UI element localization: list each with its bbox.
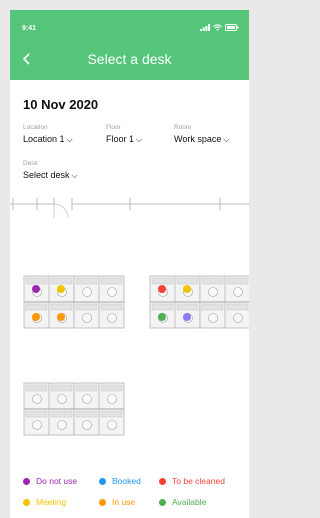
floor-selector[interactable]: Floor Floor 1 ⌵ <box>106 124 142 145</box>
legend-dot-icon <box>23 477 30 485</box>
location-label: Location <box>23 124 48 131</box>
desk-status-violet[interactable] <box>183 313 191 321</box>
room-value: Work space <box>174 134 222 144</box>
desk-status-orange[interactable] <box>57 313 65 321</box>
desk-dropdown[interactable]: Select desk ⌵ <box>23 170 78 181</box>
status-time: 9:41 <box>22 25 37 32</box>
legend-item-booked: Booked <box>99 476 141 486</box>
location-selector[interactable]: Location Location 1 ⌵ <box>23 124 73 145</box>
floor-value: Floor 1 <box>106 134 135 144</box>
desk-label: Desk <box>23 160 38 167</box>
legend-dot-icon <box>23 498 30 506</box>
room-label: Room <box>174 124 192 131</box>
desk-pod <box>199 275 249 329</box>
legend-item-to-be-cleaned: To be cleaned <box>159 476 225 486</box>
legend-dot-icon <box>159 498 166 506</box>
legend-dot-icon <box>159 477 166 485</box>
desk-pod <box>149 275 201 329</box>
app-header: 9:41 Select a desk <box>10 10 249 80</box>
desk-status-green[interactable] <box>158 313 166 321</box>
signal-icon <box>200 24 210 31</box>
floor-plan-walls <box>10 198 249 219</box>
legend-label: Do not use <box>36 476 78 486</box>
legend-dot-icon <box>99 477 106 485</box>
phone-screen: 9:41 Select a desk 10 Nov 2020 Location <box>10 10 249 518</box>
desk-status-yellow[interactable] <box>57 285 65 293</box>
desk-pod <box>23 275 75 329</box>
desk-layer <box>23 275 249 436</box>
chevron-down-icon: ⌵ <box>66 135 73 144</box>
desk-pod <box>73 382 125 436</box>
desk-status-purple[interactable] <box>32 285 40 293</box>
legend-label: Booked <box>112 476 141 486</box>
desk-status-red[interactable] <box>158 285 166 293</box>
legend-label: In use <box>112 497 136 507</box>
legend-label: Meeting <box>36 497 67 507</box>
legend-item-do-not-use: Do not use <box>23 476 77 486</box>
floor-label: Floor <box>106 124 121 131</box>
location-value: Location 1 <box>23 134 65 144</box>
status-icons <box>200 24 239 31</box>
legend-item-available: Available <box>159 497 206 507</box>
location-dropdown[interactable]: Location 1 ⌵ <box>23 134 73 145</box>
legend-label: To be cleaned <box>172 476 225 486</box>
room-selector[interactable]: Room Work space ⌵ <box>174 124 229 145</box>
selected-date[interactable]: 10 Nov 2020 <box>23 97 98 112</box>
legend-label: Available <box>172 497 207 507</box>
legend-item-in-use: In use <box>99 497 135 507</box>
page-title: Select a desk <box>87 51 172 67</box>
chevron-down-icon: ⌵ <box>223 135 230 144</box>
desk-pod <box>23 382 75 436</box>
room-dropdown[interactable]: Work space ⌵ <box>174 134 229 145</box>
desk-status-orange[interactable] <box>32 313 40 321</box>
desk-selector[interactable]: Desk Select desk ⌵ <box>23 160 78 181</box>
battery-icon <box>225 24 239 31</box>
legend-item-meeting: Meeting <box>23 497 66 507</box>
floor-dropdown[interactable]: Floor 1 ⌵ <box>106 134 142 145</box>
desk-value: Select desk <box>23 170 70 180</box>
floor-plan-map <box>10 198 249 436</box>
chevron-down-icon: ⌵ <box>71 171 78 180</box>
chevron-down-icon: ⌵ <box>136 135 143 144</box>
wifi-icon <box>213 24 222 31</box>
desk-pod <box>73 275 125 329</box>
desk-status-yellow[interactable] <box>183 285 191 293</box>
legend-dot-icon <box>99 498 106 506</box>
